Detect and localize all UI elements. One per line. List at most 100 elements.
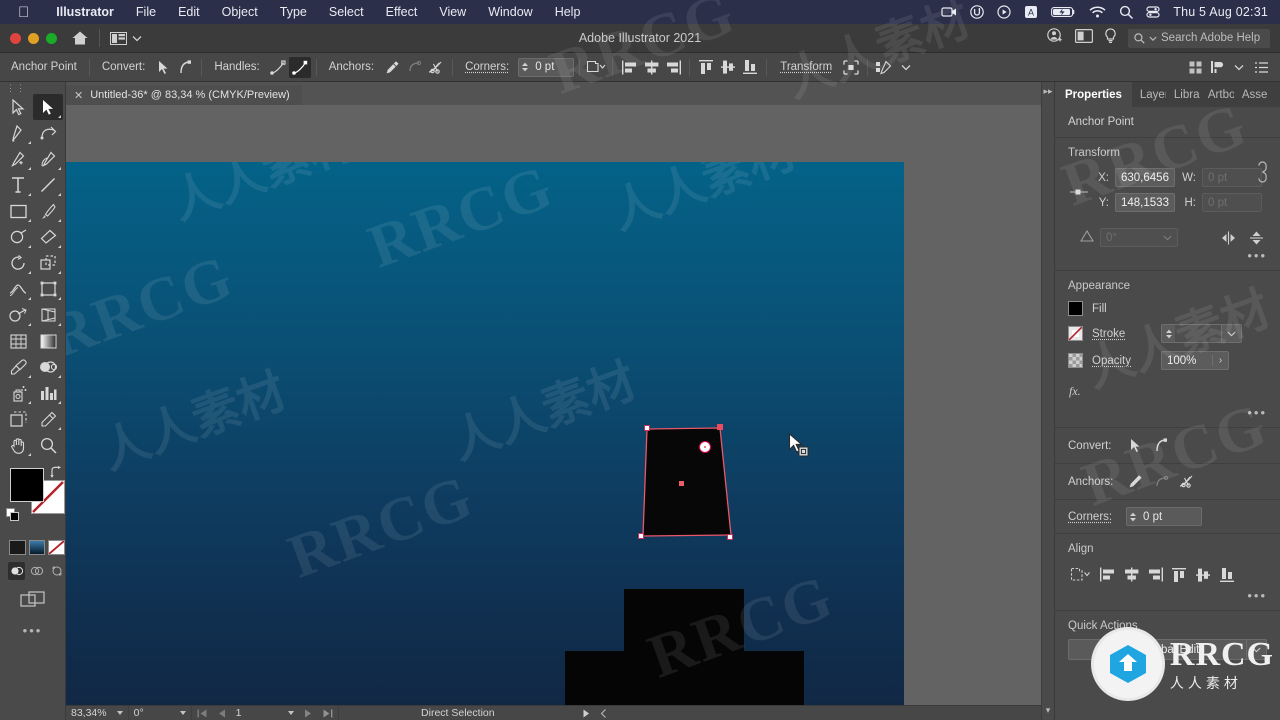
- shape-options-icon[interactable]: [585, 57, 607, 78]
- eraser-tool[interactable]: [33, 224, 63, 250]
- anchor-point-selected[interactable]: [717, 424, 723, 430]
- align-top-icon[interactable]: [695, 57, 717, 78]
- arrange-icon[interactable]: [1206, 57, 1228, 78]
- menu-illustrator[interactable]: Illustrator: [45, 5, 125, 19]
- corners-radius-value[interactable]: 0 pt: [531, 61, 573, 73]
- spotlight-search-icon[interactable]: [1119, 5, 1133, 19]
- anchor-point[interactable]: [638, 533, 644, 539]
- free-transform-tool[interactable]: [33, 276, 63, 302]
- flyout-indicator[interactable]: [28, 167, 31, 170]
- shaper-tool[interactable]: [3, 224, 33, 250]
- artwork-tower-top[interactable]: [624, 589, 744, 657]
- align-left-icon[interactable]: [618, 57, 640, 78]
- chevron-left-icon[interactable]: [595, 706, 621, 720]
- transform-link-button[interactable]: Transform: [772, 61, 840, 73]
- flyout-indicator[interactable]: [58, 219, 61, 222]
- account-add-icon[interactable]: [1047, 28, 1064, 48]
- swap-fill-stroke-icon[interactable]: [49, 466, 62, 484]
- shape-builder-tool[interactable]: [3, 302, 33, 328]
- convert-to-corner-icon[interactable]: [152, 57, 174, 78]
- play-icon[interactable]: [577, 706, 595, 720]
- zoom-dropdown[interactable]: [112, 706, 128, 720]
- flyout-indicator[interactable]: [58, 323, 61, 326]
- anchor-point[interactable]: [644, 425, 650, 431]
- workspace-switcher[interactable]: [110, 32, 142, 45]
- control-center-icon[interactable]: [1146, 5, 1160, 19]
- flyout-indicator[interactable]: [58, 297, 61, 300]
- stroke-swatch[interactable]: [1068, 326, 1083, 341]
- align-horizontal-center-icon[interactable]: [640, 57, 662, 78]
- flyout-indicator[interactable]: [58, 375, 61, 378]
- chevron-down-icon[interactable]: [1221, 325, 1241, 342]
- slice-tool[interactable]: [33, 406, 63, 432]
- flyout-indicator[interactable]: [28, 401, 31, 404]
- artwork-tower-base[interactable]: [565, 651, 804, 705]
- panel-menu-icon[interactable]: [1250, 57, 1272, 78]
- align-vertical-center-icon[interactable]: [717, 57, 739, 78]
- collapse-panel-icon[interactable]: ▸▸: [1043, 86, 1052, 97]
- menu-file[interactable]: File: [125, 5, 167, 19]
- tab-libraries[interactable]: Libra: [1166, 82, 1200, 107]
- flyout-indicator[interactable]: [28, 297, 31, 300]
- maximize-window-button[interactable]: [46, 33, 57, 44]
- next-artboard-icon[interactable]: [299, 706, 317, 720]
- gradient-mode-button[interactable]: [29, 540, 46, 555]
- draw-behind-icon[interactable]: [28, 562, 45, 580]
- column-graph-tool[interactable]: [33, 380, 63, 406]
- last-artboard-icon[interactable]: [317, 706, 338, 720]
- flyout-indicator[interactable]: [28, 245, 31, 248]
- tab-properties[interactable]: Properties: [1055, 82, 1132, 107]
- align-bottom-icon[interactable]: [1216, 564, 1238, 585]
- menu-select[interactable]: Select: [318, 5, 375, 19]
- rotate-view-input[interactable]: 0°: [129, 706, 175, 720]
- flyout-indicator[interactable]: [58, 193, 61, 196]
- y-input[interactable]: 148,1533: [1115, 193, 1175, 212]
- rotate-tool[interactable]: [3, 250, 33, 276]
- flyout-indicator[interactable]: [28, 193, 31, 196]
- opacity-label[interactable]: Opacity: [1092, 355, 1152, 367]
- corners-radius-field[interactable]: 0 pt: [1126, 507, 1202, 526]
- play-circle-icon[interactable]: [997, 5, 1011, 19]
- flyout-indicator[interactable]: [58, 115, 61, 118]
- draw-inside-icon[interactable]: [48, 562, 65, 580]
- align-left-icon[interactable]: [1096, 564, 1118, 585]
- rotate-dropdown[interactable]: [175, 706, 191, 720]
- flyout-indicator[interactable]: [28, 453, 31, 456]
- artboard-dropdown[interactable]: [283, 706, 299, 720]
- type-tool[interactable]: [3, 172, 33, 198]
- tab-assets[interactable]: Asse: [1234, 82, 1268, 107]
- canvas-area[interactable]: RRCG RRCG RRCG RRCG 人人素材 人人素材 人人素材 人人素材: [66, 105, 1041, 705]
- menu-type[interactable]: Type: [269, 5, 318, 19]
- unlink-dimensions-icon[interactable]: [1255, 160, 1270, 187]
- opacity-swatch[interactable]: [1068, 353, 1083, 368]
- h-input[interactable]: 0 pt: [1202, 193, 1262, 212]
- battery-charging-icon[interactable]: [1051, 6, 1076, 18]
- hide-handles-icon[interactable]: [289, 57, 311, 78]
- flyout-indicator[interactable]: [58, 167, 61, 170]
- opacity-value[interactable]: 100%: [1162, 355, 1212, 367]
- curvature-tool[interactable]: [33, 120, 63, 146]
- paintbrush-tool[interactable]: [33, 198, 63, 224]
- eyedropper-tool[interactable]: [3, 354, 33, 380]
- stroke-weight-field[interactable]: [1161, 324, 1242, 343]
- default-fill-stroke-icon[interactable]: [6, 508, 20, 527]
- current-tool-label[interactable]: Direct Selection: [339, 706, 577, 720]
- tab-layers[interactable]: Layer: [1132, 82, 1166, 107]
- expand-panel-icon[interactable]: ▾: [1046, 705, 1051, 716]
- flyout-indicator[interactable]: [28, 375, 31, 378]
- opacity-field[interactable]: 100% ›: [1161, 351, 1229, 370]
- flip-horizontal-icon[interactable]: [1217, 227, 1239, 248]
- search-input-placeholder[interactable]: Search Adobe Help: [1161, 32, 1260, 44]
- chevron-right-icon[interactable]: ›: [1212, 355, 1228, 366]
- align-top-icon[interactable]: [1168, 564, 1190, 585]
- flyout-indicator[interactable]: [28, 323, 31, 326]
- corners-label[interactable]: Corners:: [1068, 511, 1120, 523]
- artboard-number-input[interactable]: 1: [231, 706, 283, 720]
- first-artboard-icon[interactable]: [192, 706, 213, 720]
- artboard-tool[interactable]: [3, 406, 33, 432]
- blend-tool[interactable]: [33, 354, 63, 380]
- home-icon[interactable]: [71, 30, 89, 46]
- document-tab[interactable]: ✕ Untitled-36* @ 83,34 % (CMYK/Preview): [66, 85, 302, 105]
- menu-edit[interactable]: Edit: [167, 5, 211, 19]
- none-mode-button[interactable]: [48, 540, 65, 555]
